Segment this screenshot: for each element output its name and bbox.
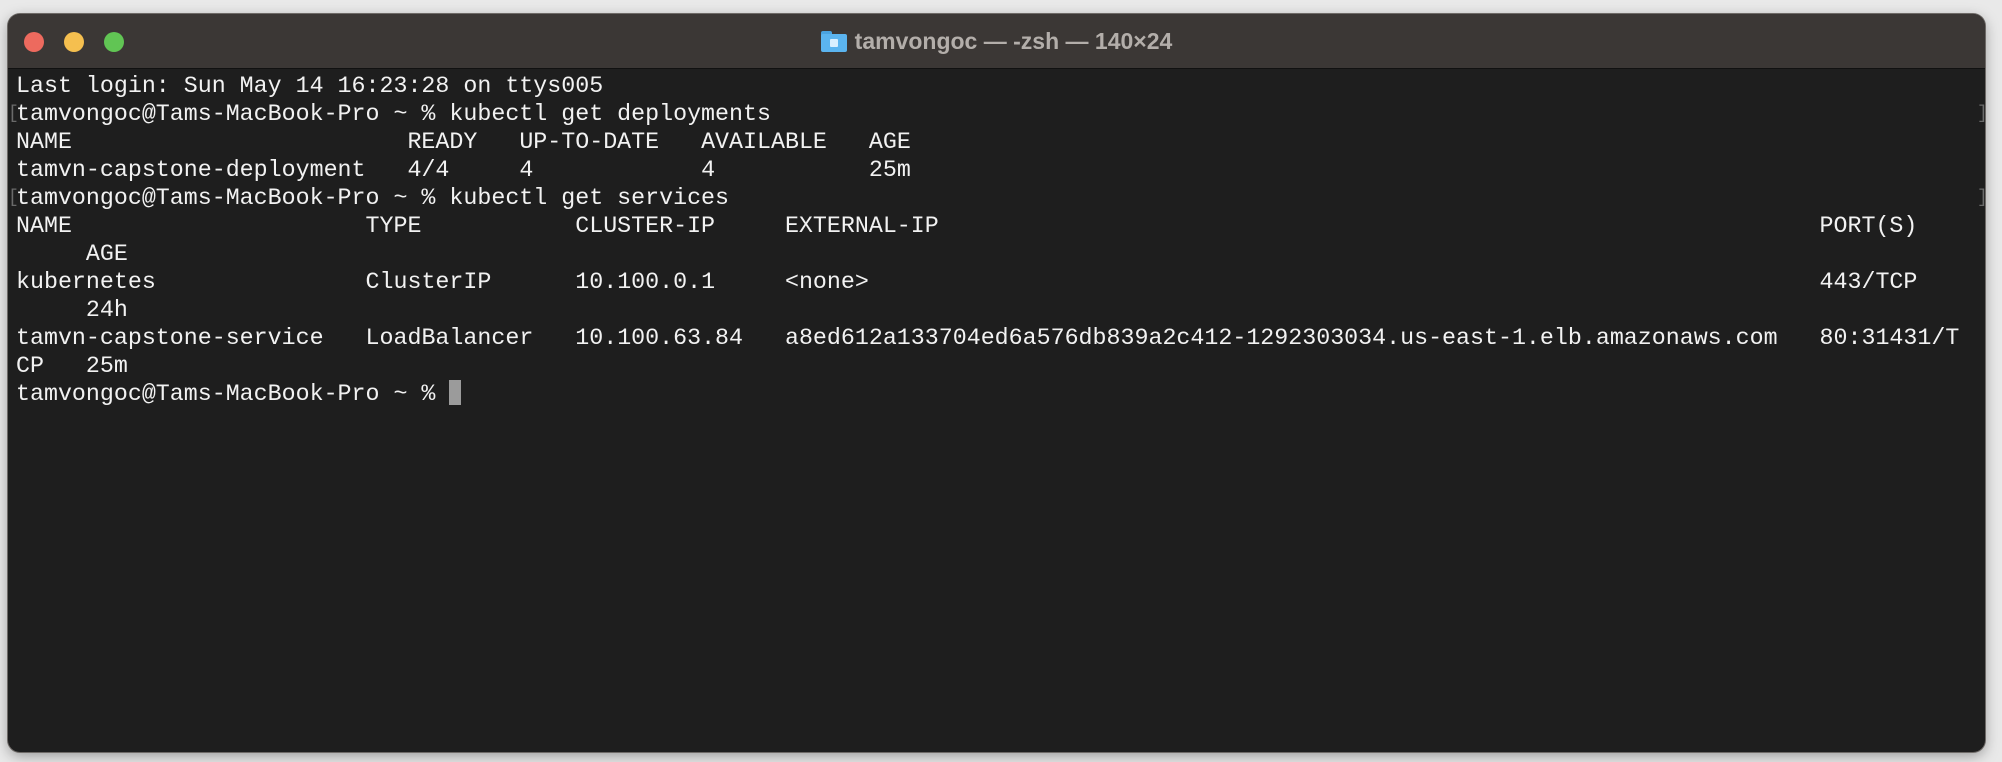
window-title-text: tamvongoc — -zsh — 140×24 [854,27,1173,54]
command-text: kubectl get deployments [449,101,771,127]
table-cell: 10.100.0.1 [575,269,716,295]
column-header: AVAILABLE [701,129,827,155]
table-cell: 4/4 [407,157,450,183]
prompt-text: tamvongoc@Tams-MacBook-Pro ~ % [16,381,450,407]
table-cell: 25m [85,353,128,379]
table-cell: tamvn-capstone-service [16,325,324,351]
table-cell: a8ed612a133704ed6a576db839a2c412-1292303… [784,325,1778,351]
prompt-text: tamvongoc@Tams-MacBook-Pro ~ % [16,185,450,211]
table-header: NAME READY UP-TO-DATE AVAILABLE AGE [16,128,1973,156]
terminal-window: tamvongoc — -zsh — 140×24 Last login: Su… [8,14,1985,752]
table-row: kubernetes ClusterIP 10.100.0.1 <none> 4… [16,268,1973,324]
column-header: EXTERNAL-IP [784,213,939,239]
command-line: tamvongoc@Tams-MacBook-Pro ~ % kubectl g… [8,100,1985,128]
window-title: tamvongoc — -zsh — 140×24 [8,14,1985,68]
table-cell: ClusterIP [365,269,492,295]
table-cell: tamvn-capstone-deployment [16,157,366,183]
column-header: NAME [16,129,72,155]
column-header: READY [407,129,478,155]
table-cell: 4 [701,157,716,183]
last-login-text: Last login: Sun May 14 16:23:28 on ttys0… [16,73,604,99]
prompt-line: tamvongoc@Tams-MacBook-Pro ~ % [16,380,1973,408]
table-cell: <none> [784,269,869,295]
column-header: CLUSTER-IP [575,213,716,239]
column-header: PORT(S) [1819,213,1918,239]
text-cursor [449,380,462,405]
command-line: tamvongoc@Tams-MacBook-Pro ~ % kubectl g… [8,184,1985,212]
table-cell: 25m [868,157,911,183]
table-cell: 10.100.63.84 [575,325,744,351]
command-text: kubectl get services [449,185,730,211]
title-bar[interactable]: tamvongoc — -zsh — 140×24 [8,14,1985,69]
table-cell: kubernetes [16,269,156,295]
column-header: AGE [85,241,128,267]
table-cell: LoadBalancer [365,325,534,351]
column-header: UP-TO-DATE [519,129,660,155]
column-header: NAME [16,213,72,239]
table-row: tamvn-capstone-service LoadBalancer 10.1… [16,324,1973,380]
last-login-line: Last login: Sun May 14 16:23:28 on ttys0… [16,72,1973,100]
terminal-output[interactable]: Last login: Sun May 14 16:23:28 on ttys0… [8,72,1985,752]
home-folder-icon [820,30,847,52]
table-cell: 4 [519,157,534,183]
table-cell: 443/TCP [1819,269,1918,295]
column-header: AGE [868,129,911,155]
column-header: TYPE [365,213,422,239]
table-cell: 24h [85,297,128,323]
table-header: NAME TYPE CLUSTER-IP EXTERNAL-IP PORT(S)… [16,212,1973,268]
table-row: tamvn-capstone-deployment 4/4 4 4 25m [16,156,1973,184]
prompt-text: tamvongoc@Tams-MacBook-Pro ~ % [16,101,450,127]
